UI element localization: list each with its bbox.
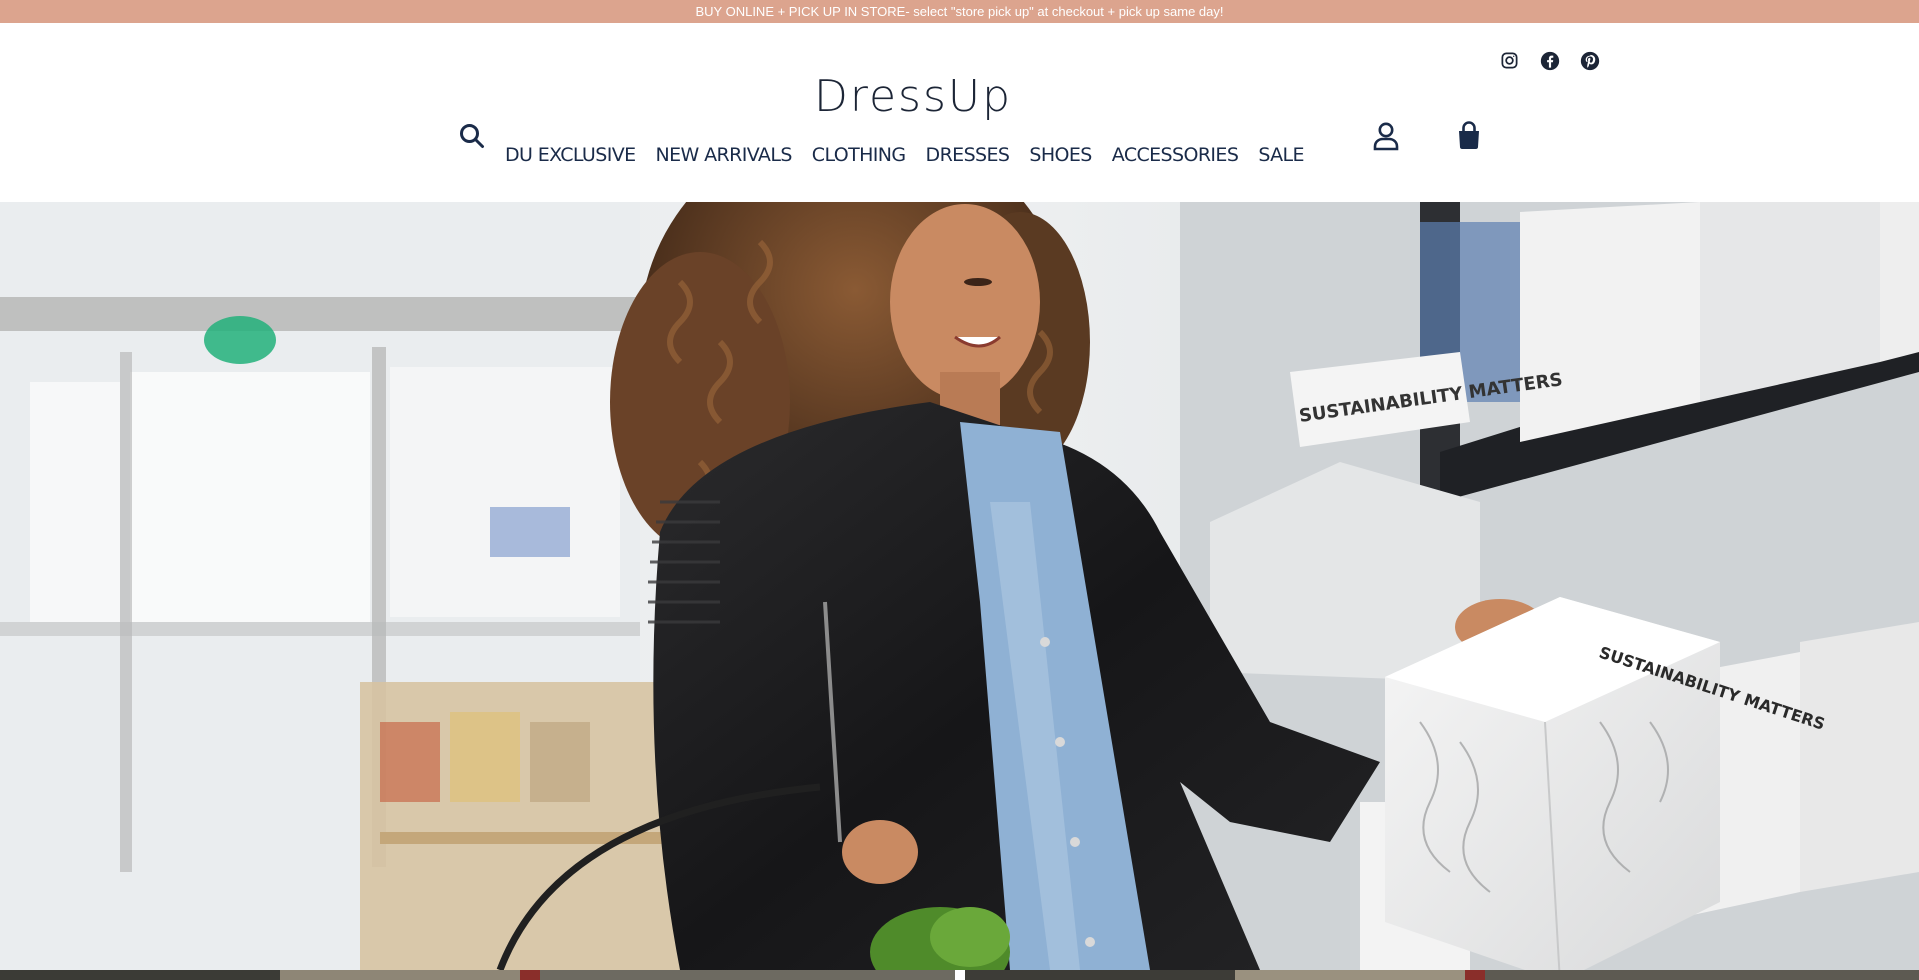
site-header: DressUp DU EXCLUSIVE NEW ARRIVALS CLOTHI… [0, 23, 1919, 202]
nav-item-clothing[interactable]: CLOTHING [802, 143, 916, 167]
main-navigation: DU EXCLUSIVE NEW ARRIVALS CLOTHING DRESS… [505, 143, 1314, 167]
search-icon[interactable] [457, 121, 487, 151]
facebook-icon[interactable] [1539, 50, 1560, 71]
next-section-preview [0, 970, 1919, 980]
nav-item-du-exclusive[interactable]: DU EXCLUSIVE [505, 143, 646, 167]
announcement-text: BUY ONLINE + PICK UP IN STORE- select "s… [695, 4, 1224, 19]
pinterest-icon[interactable] [1579, 50, 1600, 71]
shopping-bag-icon[interactable] [1455, 120, 1483, 150]
nav-item-shoes[interactable]: SHOES [1019, 143, 1101, 167]
hero-banner[interactable]: SUSTAINABILITY MATTERS IS [0, 202, 1919, 970]
account-icon[interactable] [1372, 121, 1400, 151]
nav-item-sale[interactable]: SALE [1248, 143, 1314, 167]
announcement-bar: BUY ONLINE + PICK UP IN STORE- select "s… [0, 0, 1919, 23]
site-logo[interactable]: DressUp [0, 71, 1826, 122]
instagram-icon[interactable] [1499, 50, 1520, 71]
nav-item-new-arrivals[interactable]: NEW ARRIVALS [646, 143, 802, 167]
nav-item-accessories[interactable]: ACCESSORIES [1102, 143, 1249, 167]
nav-item-dresses[interactable]: DRESSES [916, 143, 1020, 167]
social-links [1499, 50, 1600, 71]
woman-shopping-photo: SUSTAINABILITY MATTERS IS [0, 202, 1919, 970]
